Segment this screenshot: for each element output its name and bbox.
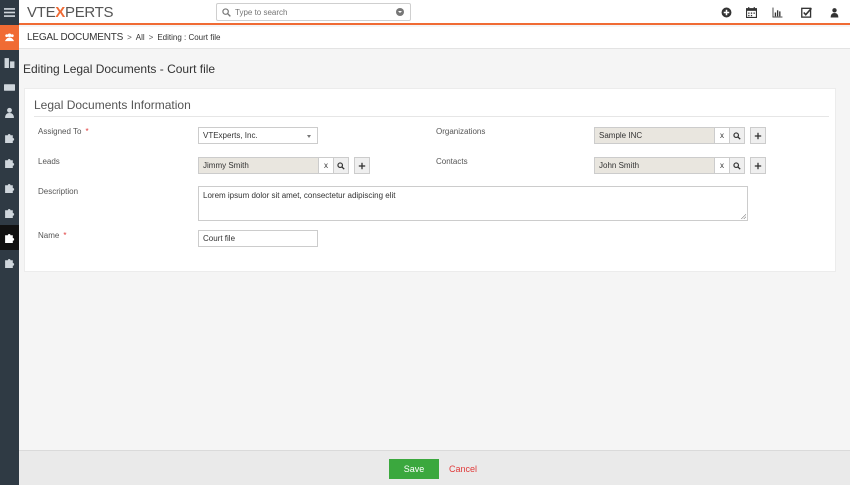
breadcrumb: LEGAL DOCUMENTS > All > Editing : Court …	[19, 27, 850, 49]
name-label-text: Name	[38, 231, 60, 240]
description-value: Lorem ipsum dolor sit amet, consectetur …	[203, 191, 396, 200]
plus-icon	[754, 162, 762, 169]
contacts-label: Contacts	[436, 157, 468, 166]
organizations-field[interactable]: Sample INC	[594, 127, 715, 144]
organizations-label: Organizations	[436, 127, 486, 136]
section-title: Legal Documents Information	[34, 98, 191, 112]
breadcrumb-module[interactable]: LEGAL DOCUMENTS	[27, 32, 123, 43]
puzzle-icon[interactable]	[0, 225, 19, 250]
organizations-clear-button[interactable]: x	[714, 127, 730, 144]
search-icon	[733, 161, 741, 170]
required-mark: *	[85, 127, 89, 136]
user-icon[interactable]	[829, 7, 840, 18]
leads-value: Jimmy Smith	[203, 161, 249, 170]
top-bar: VTEXPERTS	[19, 0, 850, 25]
leads-label: Leads	[38, 157, 60, 166]
leads-clear-button[interactable]: x	[318, 157, 334, 174]
puzzle-icon[interactable]	[0, 200, 19, 225]
contacts-add-button[interactable]	[750, 157, 766, 174]
assigned-to-label-text: Assigned To	[38, 127, 82, 136]
leads-search-button[interactable]	[333, 157, 349, 174]
name-value: Court file	[203, 234, 236, 243]
form-footer: Save Cancel	[19, 450, 850, 485]
assigned-to-label: Assigned To *	[38, 127, 89, 136]
cancel-link[interactable]: Cancel	[449, 464, 477, 474]
search-options-icon[interactable]	[396, 8, 404, 16]
calendar-icon[interactable]	[746, 7, 757, 18]
breadcrumb-current: Editing : Court file	[157, 33, 221, 42]
page-title: Editing Legal Documents - Court file	[23, 62, 216, 76]
organizations-add-button[interactable]	[750, 127, 766, 144]
plus-circle-icon[interactable]	[721, 7, 732, 18]
assigned-to-value: VTExperts, Inc.	[203, 131, 258, 140]
assigned-to-select[interactable]: VTExperts, Inc.	[198, 127, 318, 144]
description-label: Description	[38, 187, 79, 196]
contacts-value: John Smith	[599, 161, 640, 170]
puzzle-icon[interactable]	[0, 250, 19, 275]
leads-add-button[interactable]	[354, 157, 370, 174]
logo[interactable]: VTEXPERTS	[27, 4, 114, 21]
chevron-down-icon	[307, 135, 311, 138]
person-icon[interactable]	[0, 100, 19, 125]
users-icon[interactable]	[0, 25, 19, 50]
search-icon	[222, 7, 231, 17]
id-card-icon[interactable]	[0, 75, 19, 100]
puzzle-icon[interactable]	[0, 150, 19, 175]
description-textarea[interactable]: Lorem ipsum dolor sit amet, consectetur …	[198, 186, 748, 221]
save-button[interactable]: Save	[389, 459, 439, 479]
breadcrumb-separator: >	[148, 33, 154, 42]
form-card: Legal Documents Information Assigned To *…	[24, 88, 836, 272]
breadcrumb-separator: >	[127, 33, 132, 42]
contacts-search-button[interactable]	[729, 157, 745, 174]
name-label: Name *	[38, 231, 66, 240]
resize-handle-icon[interactable]	[741, 214, 746, 219]
search-icon	[733, 131, 741, 140]
puzzle-icon[interactable]	[0, 175, 19, 200]
logo-x: X	[55, 4, 65, 21]
leads-field[interactable]: Jimmy Smith	[198, 157, 319, 174]
contacts-clear-button[interactable]: x	[714, 157, 730, 174]
menu-icon[interactable]	[0, 0, 19, 25]
check-square-icon[interactable]	[801, 7, 813, 18]
required-mark: *	[63, 231, 67, 240]
organizations-search-button[interactable]	[729, 127, 745, 144]
breadcrumb-all[interactable]: All	[136, 33, 145, 42]
search-icon	[337, 161, 345, 170]
plus-icon	[754, 132, 762, 139]
plus-icon	[358, 162, 366, 169]
organizations-value: Sample INC	[599, 131, 643, 140]
logo-prefix: VTE	[27, 4, 56, 21]
search-input[interactable]	[235, 7, 385, 17]
logo-suffix: PERTS	[65, 4, 114, 21]
contacts-field[interactable]: John Smith	[594, 157, 715, 174]
left-sidebar	[0, 0, 19, 485]
global-search[interactable]	[216, 3, 411, 21]
name-input[interactable]: Court file	[198, 230, 318, 247]
building-icon[interactable]	[0, 50, 19, 75]
puzzle-icon[interactable]	[0, 125, 19, 150]
bar-chart-icon[interactable]	[772, 7, 783, 18]
section-divider	[34, 116, 829, 117]
